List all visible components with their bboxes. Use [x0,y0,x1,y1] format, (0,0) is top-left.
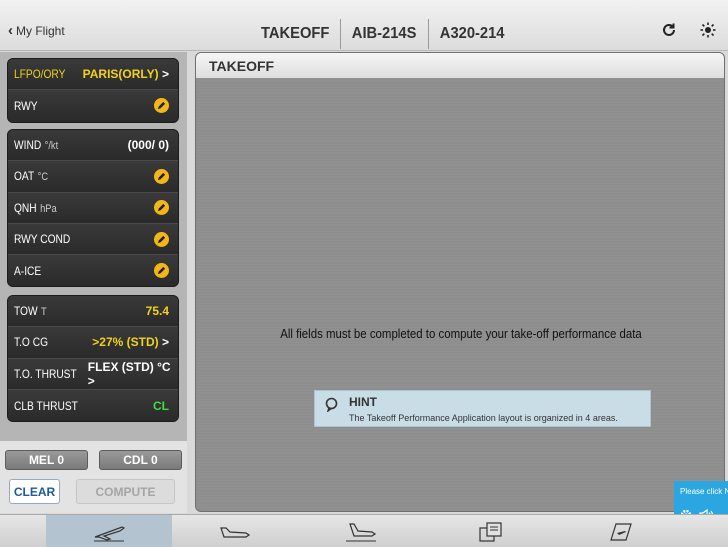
climb-thrust-label: CLB THRUST [14,398,78,413]
qnh-unit: hPa [40,202,57,215]
tow-row[interactable]: TOW T 75.4 [8,296,178,328]
to-thrust-label: T.O. THRUST [14,366,77,381]
inflight-landing-tab[interactable] [298,515,424,547]
wind-unit: °/kt [44,140,59,153]
airport-group: LFPO/ORY PARIS(ORLY) > RWY [7,58,179,123]
wind-label: WIND [14,138,42,153]
qnh-label: QNH [14,200,37,215]
conditions-group: WIND °/kt (000/ 0) OAT °C QNH hPa RWY COND … [7,129,179,288]
climb-thrust-value: CL [153,398,169,413]
runway-row[interactable]: RWY [8,90,178,122]
runway-label: RWY [14,98,38,113]
results-panel: TAKEOFF All fields must be completed to … [195,52,725,512]
bottom-tab-bar [0,514,728,547]
oat-label: OAT [14,169,35,184]
climb-thrust-row[interactable]: CLB THRUST CL [8,389,178,422]
input-panel: LFPO/ORY PARIS(ORLY) > RWY WIND °/kt (000… [0,52,187,513]
anti-ice-row[interactable]: A-ICE [8,255,178,287]
top-bar: ‹ My Flight TAKEOFF AIB-214S A320-214 [0,0,728,51]
tow-label: TOW [14,304,38,319]
brightness-icon[interactable] [700,22,716,42]
hint-title: HINT [349,395,377,409]
tow-value: 75.4 [145,304,169,319]
weight-balance-tab[interactable] [558,515,684,547]
landing-tab[interactable] [172,515,298,547]
title-phase: TAKEOFF [260,25,330,42]
pencil-icon[interactable] [154,200,169,216]
qnh-row[interactable]: QNH hPa [8,192,178,224]
hint-box[interactable]: HINT The Takeoff Performance Application… [314,390,651,427]
compute-button[interactable]: COMPUTE [76,479,175,504]
runway-condition-row[interactable]: RWY COND [8,223,178,256]
oat-row[interactable]: OAT °C [8,161,178,193]
chevron-right-icon: > [161,335,169,350]
hint-text: The Takeoff Performance Application layo… [349,413,618,423]
oat-unit: °C [37,171,49,184]
title-divider [427,19,429,49]
airport-code-label: LFPO/ORY [14,67,66,82]
to-cg-label: T.O CG [14,335,49,350]
pencil-icon[interactable] [154,98,169,114]
action-buttons-area: MEL 0 CDL 0 CLEAR COMPUTE [0,441,187,513]
results-header: TAKEOFF [196,53,724,78]
speech-bubble-icon [324,397,339,413]
wind-row[interactable]: WIND °/kt (000/ 0) [8,130,178,162]
back-button[interactable]: ‹ My Flight [8,22,65,39]
to-cg-value: >27% (STD) [92,335,159,350]
landing-plane-icon [220,526,251,538]
pencil-icon[interactable] [154,263,169,279]
takeoff-tab[interactable] [46,515,172,547]
refresh-icon[interactable] [661,22,677,42]
chevron-right-icon: > [87,373,95,388]
to-thrust-row[interactable]: T.O. THRUST FLEX (STD) °C > [8,358,178,390]
title-bar: TAKEOFF AIB-214S A320-214 [250,19,515,49]
documents-icon [479,521,502,542]
pencil-icon[interactable] [154,168,169,184]
help-text: Please click N [680,487,728,496]
pencil-icon[interactable] [154,231,169,247]
takeoff-plane-icon [94,525,126,541]
anti-ice-label: A-ICE [14,263,42,278]
clear-button[interactable]: CLEAR [9,479,60,504]
cdl-button[interactable]: CDL 0 [99,450,182,470]
runway-condition-label: RWY COND [14,232,71,247]
documents-tab[interactable] [424,515,558,547]
title-aircraft-type: A320-214 [439,25,505,42]
to-cg-row[interactable]: T.O CG >27% (STD) > [8,327,178,359]
airport-row[interactable]: LFPO/ORY PARIS(ORLY) > [8,59,178,91]
aircraft-group: TOW T 75.4 T.O CG >27% (STD) > T.O. THRUS… [7,295,179,423]
chevron-right-icon: > [161,67,169,82]
tow-unit: T [41,306,47,319]
to-thrust-value: FLEX (STD) °C [87,359,171,374]
back-label: My Flight [16,24,65,38]
mel-button[interactable]: MEL 0 [5,450,88,470]
status-message: All fields must be completed to compute … [280,326,642,341]
title-divider [340,19,342,49]
wind-value: (000/ 0) [127,138,169,153]
airport-name-value: PARIS(ORLY) [82,67,159,82]
title-aircraft-reg: AIB-214S [352,25,417,42]
landing-runway-icon [346,522,377,541]
loadsheet-icon [610,522,632,541]
chevron-left-icon: ‹ [8,22,13,39]
